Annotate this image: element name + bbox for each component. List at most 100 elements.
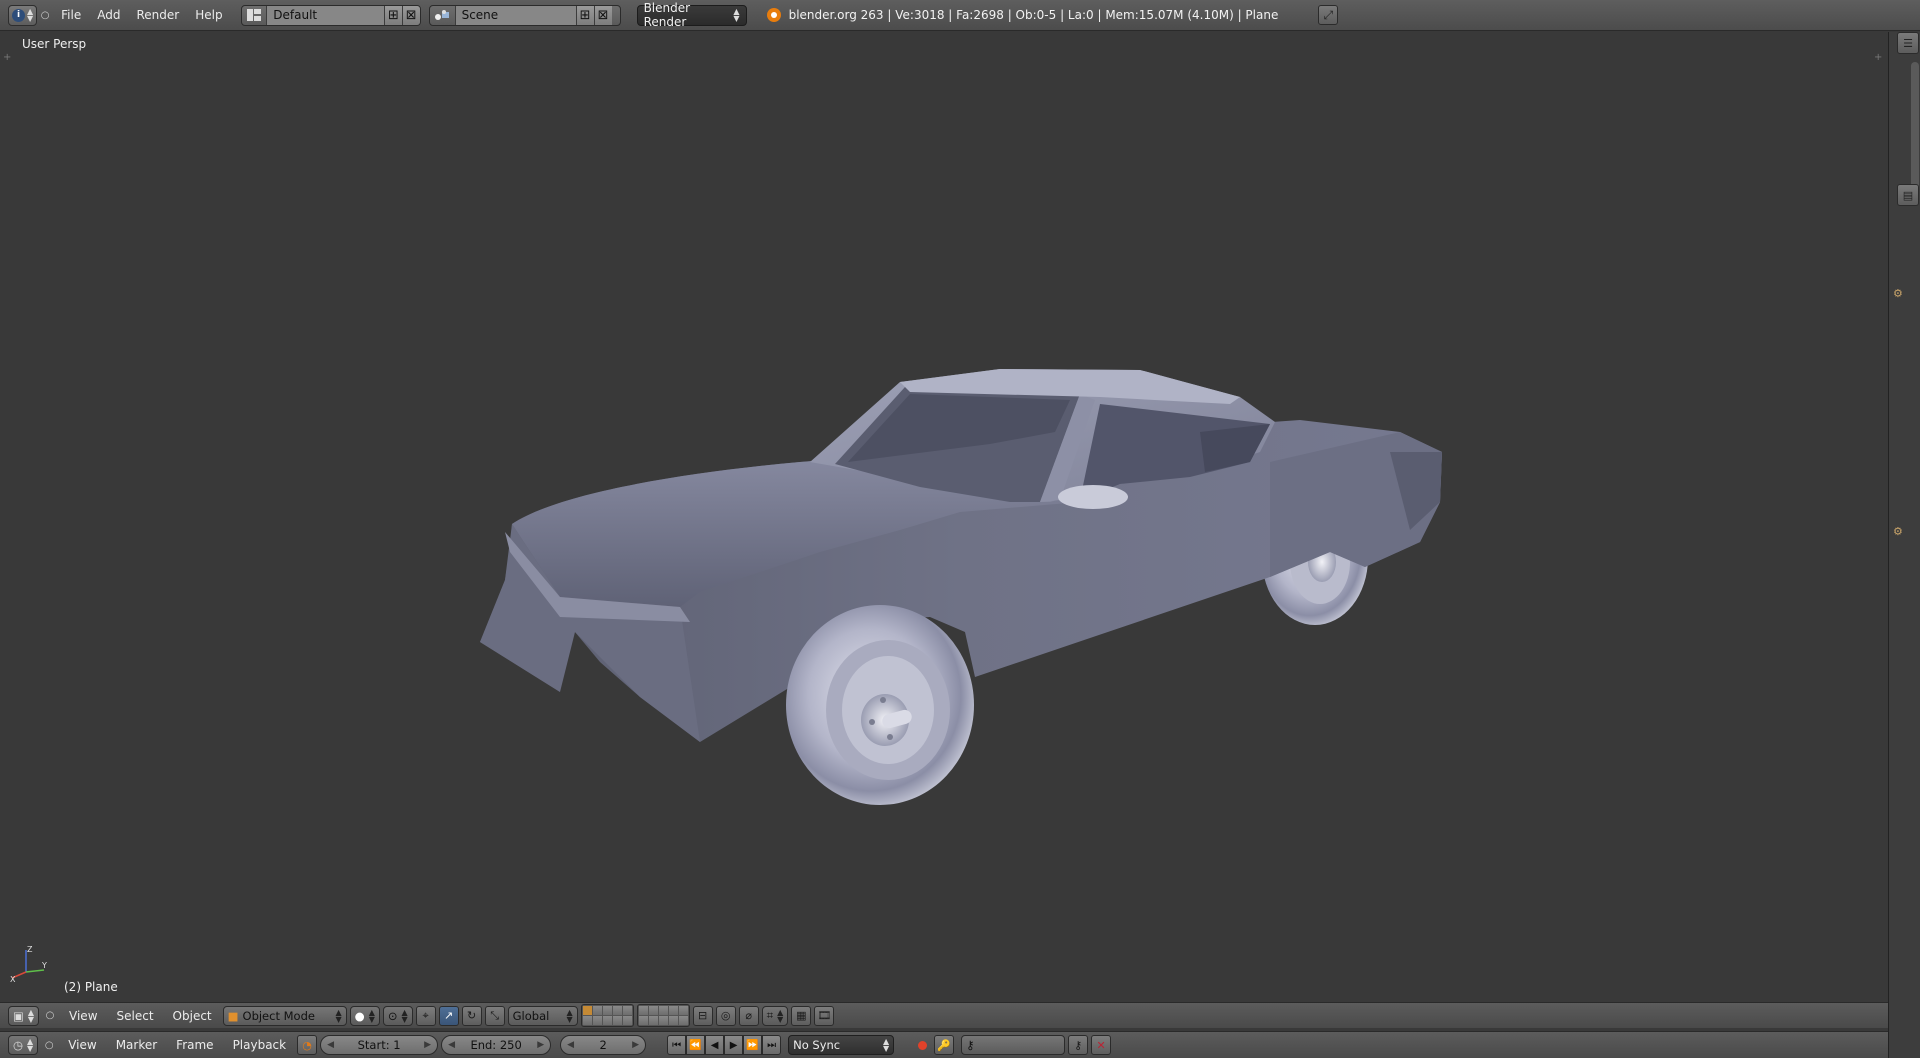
auto-keying-record-button[interactable]: [913, 1036, 931, 1054]
menu-marker[interactable]: Marker: [108, 1034, 165, 1056]
blender-logo-icon: [766, 8, 781, 22]
render-animation-icon[interactable]: 🎞: [814, 1005, 835, 1026]
jump-to-end-icon[interactable]: ⏭: [762, 1035, 782, 1055]
increment-icon[interactable]: ▶: [537, 1040, 544, 1050]
axis-label-x: X: [10, 975, 16, 984]
axis-gizmo: Z Y X: [10, 945, 47, 984]
menu-view[interactable]: View: [60, 1034, 104, 1056]
outliner-scrollbar[interactable]: [1911, 62, 1919, 192]
screen-layout-selector[interactable]: Default ⊞ ⊠: [240, 4, 421, 26]
increment-icon[interactable]: ▶: [632, 1040, 639, 1050]
editor-type-selector[interactable]: i ▲ ▼: [8, 4, 38, 26]
object-mode-icon: ■: [227, 1008, 239, 1023]
menu-help[interactable]: Help: [187, 4, 230, 26]
playback-controls: ⏮ ⏪ ◀ ▶ ⏩ ⏭: [667, 1035, 782, 1055]
fullscreen-toggle-icon[interactable]: ⤢: [1318, 5, 1339, 25]
collapse-menu-icon[interactable]: ○: [41, 1040, 57, 1051]
manipulator-toggle-icon[interactable]: ⌖: [415, 1005, 436, 1026]
menu-select[interactable]: Select: [109, 1005, 162, 1027]
scene-layers-group-1[interactable]: [580, 1004, 634, 1027]
stats-text: blender.org 263 | Ve:3018 | Fa:2698 | Ob…: [788, 8, 1279, 22]
camera-icon[interactable]: ⚙: [1893, 287, 1903, 300]
properties-strip: ☰ ▤ ⚙ ⚙: [1888, 32, 1920, 1058]
menu-frame[interactable]: Frame: [168, 1034, 221, 1056]
outliner-icon[interactable]: ☰: [1897, 32, 1919, 54]
end-frame-field[interactable]: ◀ End: 250 ▶: [441, 1035, 552, 1055]
scene-selector[interactable]: Scene ⊞ ⊠: [428, 4, 621, 26]
current-frame-field[interactable]: ◀ 2 ▶: [560, 1035, 647, 1055]
delete-scene-icon[interactable]: ⊠: [593, 5, 612, 25]
collapse-menu-icon[interactable]: ○: [37, 10, 53, 21]
updown-arrows-icon: ▲ ▼: [882, 1037, 890, 1053]
scene-name[interactable]: Scene: [455, 5, 576, 25]
scale-manipulator-icon[interactable]: ⤡: [484, 1005, 505, 1026]
lock-layers-icon[interactable]: ⊟: [692, 1005, 713, 1026]
add-scene-icon[interactable]: ⊞: [575, 5, 594, 25]
play-reverse-icon[interactable]: ◀: [705, 1035, 725, 1055]
render-engine-label: Blender Render: [643, 1, 691, 29]
active-keying-set-field[interactable]: ⚷: [961, 1035, 1066, 1055]
play-icon[interactable]: ▶: [724, 1035, 744, 1055]
decrement-icon[interactable]: ◀: [567, 1040, 574, 1050]
translate-manipulator-icon[interactable]: ↗: [438, 1005, 459, 1026]
proportional-edit-icon[interactable]: ◎: [715, 1005, 736, 1026]
menu-render[interactable]: Render: [128, 4, 187, 26]
active-object-label: (2) Plane: [64, 980, 118, 994]
collapse-menu-icon[interactable]: ○: [42, 1010, 58, 1021]
transform-orientation-dropdown[interactable]: Global ▲ ▼: [507, 1005, 578, 1026]
start-frame-value: Start: 1: [357, 1038, 401, 1052]
mode-dropdown[interactable]: ■ Object Mode ▲ ▼: [222, 1005, 347, 1026]
updown-arrows-icon: ▲ ▼: [777, 1007, 784, 1024]
axis-label-y: Y: [41, 961, 47, 970]
3d-view-icon: ▣: [13, 1008, 24, 1023]
render-opengl-icon[interactable]: ▦: [791, 1005, 812, 1026]
material-icon[interactable]: ⚙: [1893, 525, 1903, 538]
pivot-point-dropdown[interactable]: ⊙ ▲ ▼: [382, 1005, 413, 1026]
scene-statistics: blender.org 263 | Ve:3018 | Fa:2698 | Ob…: [766, 8, 1279, 22]
updown-arrows-icon: ▲ ▼: [368, 1007, 375, 1024]
menu-file[interactable]: File: [53, 4, 89, 26]
3d-viewport[interactable]: User Persp + + Z Y X (2) Plane: [0, 32, 1888, 1002]
editor-type-selector[interactable]: ▣ ▲ ▼: [8, 1005, 40, 1026]
snap-element-icon: ⌗: [766, 1008, 774, 1022]
delete-keyframe-icon[interactable]: ✕: [1091, 1035, 1112, 1055]
snap-element-dropdown[interactable]: ⌗ ▲ ▼: [761, 1005, 789, 1026]
info-icon: i: [12, 8, 25, 22]
properties-editor-icon[interactable]: ▤: [1897, 184, 1919, 206]
screen-layout-name[interactable]: Default: [267, 5, 384, 25]
current-frame-value: 2: [599, 1038, 607, 1052]
updown-arrows-icon: ▲ ▼: [27, 7, 34, 23]
updown-arrows-icon: ▲ ▼: [733, 7, 740, 23]
start-frame-field[interactable]: ◀ Start: 1 ▶: [320, 1035, 439, 1055]
decrement-icon[interactable]: ◀: [327, 1040, 334, 1050]
jump-to-keyframe-forward-icon[interactable]: ⏩: [743, 1035, 763, 1055]
sync-mode-dropdown[interactable]: No Sync ▲ ▼: [788, 1035, 895, 1055]
render-engine-dropdown[interactable]: Blender Render ▲ ▼: [636, 1, 747, 29]
viewport-shading-dropdown[interactable]: ● ▲ ▼: [349, 1005, 380, 1026]
menu-playback[interactable]: Playback: [225, 1034, 295, 1056]
preview-range-icon[interactable]: ◔: [297, 1035, 318, 1055]
snap-toggle-icon[interactable]: ⌀: [738, 1005, 759, 1026]
add-screen-icon[interactable]: ⊞: [384, 5, 402, 25]
updown-arrows-icon: ▲ ▼: [566, 1007, 573, 1024]
increment-icon[interactable]: ▶: [424, 1040, 431, 1050]
timeline-header: ◷ ▲ ▼ ○ View Marker Frame Playback ◔ ◀ St…: [0, 1031, 1888, 1058]
jump-to-keyframe-back-icon[interactable]: ⏪: [686, 1035, 706, 1055]
menu-view[interactable]: View: [61, 1005, 105, 1027]
scene-layers-group-2[interactable]: [636, 1004, 690, 1027]
decrement-icon[interactable]: ◀: [448, 1040, 455, 1050]
rotate-manipulator-icon[interactable]: ↻: [461, 1005, 482, 1026]
record-icon: [917, 1040, 927, 1050]
info-header: i ▲ ▼ ○ File Add Render Help Default ⊞ ⊠ …: [0, 0, 1920, 31]
menu-object[interactable]: Object: [165, 1005, 220, 1027]
delete-screen-icon[interactable]: ⊠: [401, 5, 420, 25]
car-model[interactable]: [0, 32, 1888, 1002]
menu-add[interactable]: Add: [89, 4, 128, 26]
keying-set-icon[interactable]: 🔑: [934, 1035, 955, 1055]
scene-icon: [430, 5, 456, 25]
updown-arrows-icon: ▲ ▼: [27, 1007, 35, 1024]
axis-label-z: Z: [27, 945, 33, 954]
jump-to-start-icon[interactable]: ⏮: [667, 1035, 687, 1055]
insert-keyframe-icon[interactable]: ⚷: [1068, 1035, 1089, 1055]
editor-type-selector[interactable]: ◷ ▲ ▼: [8, 1035, 39, 1055]
